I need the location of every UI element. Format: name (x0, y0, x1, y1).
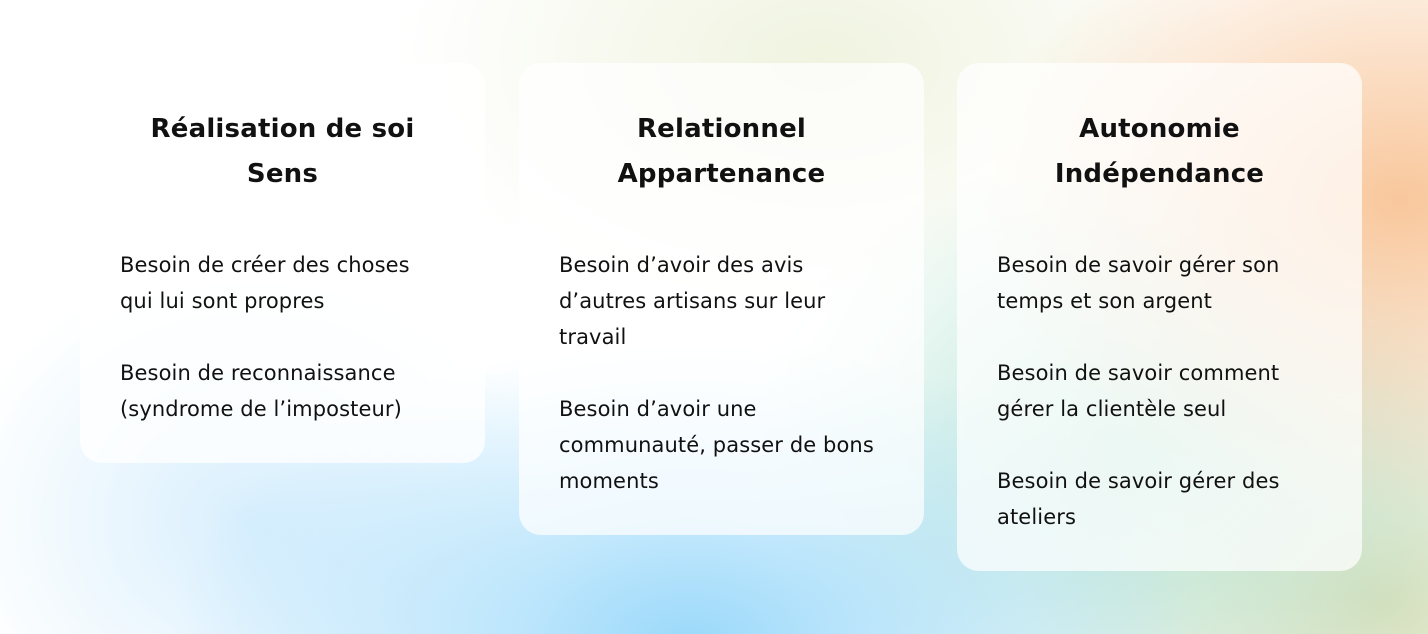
card-title: Autonomie Indépendance (997, 107, 1322, 197)
need-item: Besoin de reconnaissance (syndrome de l’… (120, 361, 402, 421)
need-item: Besoin d’avoir une communauté, passer de… (559, 397, 874, 493)
card-title-line-1: Relationnel (636, 114, 807, 144)
card-title: Réalisation de soi Sens (120, 107, 445, 197)
need-item: Besoin d’avoir des avis d’autres artisan… (559, 253, 826, 349)
card-title: Relationnel Appartenance (559, 107, 884, 197)
needs-list: Besoin d’avoir des avis d’autres artisan… (559, 247, 884, 499)
needs-list: Besoin de créer des choses qui lui sont … (120, 247, 445, 427)
card-title-line-1: Réalisation de soi (150, 114, 415, 144)
need-item: Besoin de savoir comment gérer la client… (997, 361, 1280, 421)
card-title-line-1: Autonomie (1079, 114, 1240, 144)
need-item: Besoin de créer des choses qui lui sont … (120, 253, 410, 313)
needs-list: Besoin de savoir gérer son temps et son … (997, 247, 1322, 535)
card-relationnel: Relationnel Appartenance Besoin d’avoir … (519, 63, 924, 535)
card-realisation-de-soi: Réalisation de soi Sens Besoin de créer … (80, 63, 485, 463)
card-title-line-2: Appartenance (617, 159, 826, 189)
card-title-line-2: Indépendance (1054, 159, 1265, 189)
need-item: Besoin de savoir gérer son temps et son … (997, 253, 1280, 313)
card-autonomie: Autonomie Indépendance Besoin de savoir … (957, 63, 1362, 571)
need-item: Besoin de savoir gérer des ateliers (997, 469, 1280, 529)
card-title-line-2: Sens (246, 159, 319, 189)
